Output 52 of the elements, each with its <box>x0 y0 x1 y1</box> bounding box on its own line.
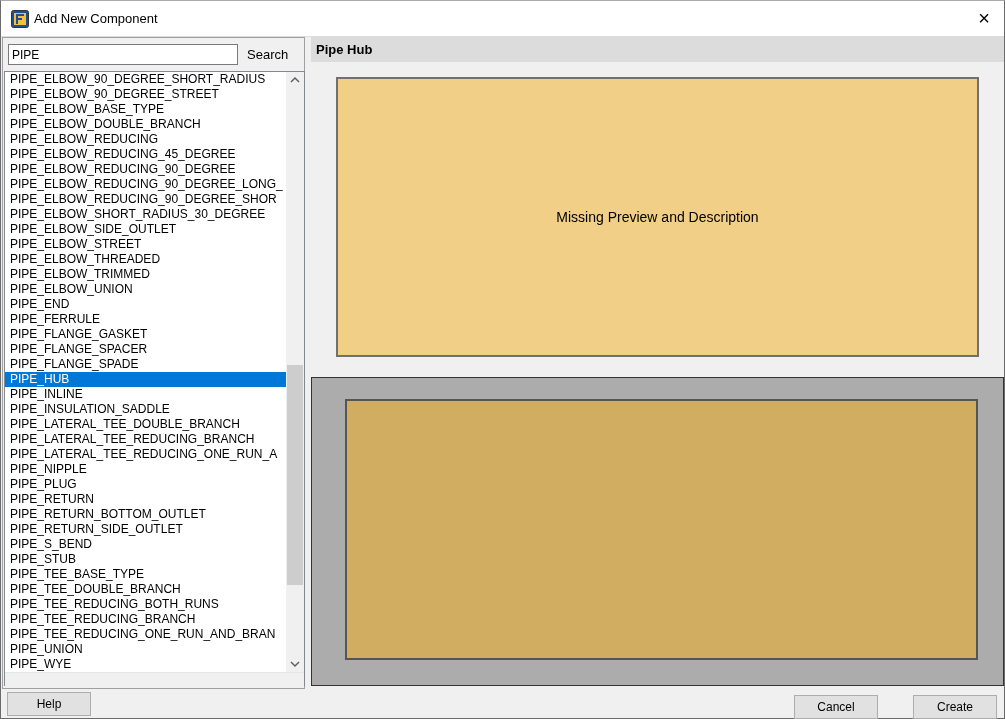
list-item[interactable]: PIPE_ELBOW_DOUBLE_BRANCH <box>5 117 201 132</box>
preview-message: Missing Preview and Description <box>556 209 759 225</box>
create-button[interactable]: Create <box>913 694 997 719</box>
list-item[interactable]: PIPE_ELBOW_STREET <box>5 237 142 252</box>
list-item[interactable]: PIPE_LATERAL_TEE_DOUBLE_BRANCH <box>5 417 240 432</box>
list-item[interactable]: PIPE_S_BEND <box>5 537 93 552</box>
list-item[interactable]: PIPE_ELBOW_REDUCING_45_DEGREE <box>5 147 236 162</box>
list-item[interactable]: PIPE_INSULATION_SADDLE <box>5 402 170 417</box>
list-item[interactable]: PIPE_ELBOW_THREADED <box>5 252 161 267</box>
list-item[interactable]: PIPE_LATERAL_TEE_REDUCING_BRANCH <box>5 432 255 447</box>
list-item[interactable]: PIPE_WYE <box>5 657 72 672</box>
list-item[interactable]: PIPE_ELBOW_REDUCING_90_DEGREE_LONG_ <box>5 177 283 192</box>
list-item[interactable]: PIPE_STUB <box>5 552 77 567</box>
app-icon <box>11 9 29 28</box>
list-item[interactable]: PIPE_TEE_DOUBLE_BRANCH <box>5 582 181 597</box>
list-item[interactable]: PIPE_END <box>5 297 70 312</box>
search-button[interactable]: Search <box>247 47 289 62</box>
close-button[interactable]: × <box>964 7 1004 30</box>
vertical-scrollbar[interactable] <box>286 72 304 672</box>
list-item[interactable]: PIPE_TEE_REDUCING_BOTH_RUNS <box>5 597 219 612</box>
component-title: Pipe Hub <box>311 37 1004 62</box>
help-button[interactable]: Help <box>7 692 91 716</box>
list-item[interactable]: PIPE_TEE_REDUCING_ONE_RUN_AND_BRAN <box>5 627 276 642</box>
list-item[interactable]: PIPE_TEE_BASE_TYPE <box>5 567 145 582</box>
list-item[interactable]: PIPE_FLANGE_SPACER <box>5 342 148 357</box>
list-item[interactable]: PIPE_TEE_REDUCING_BRANCH <box>5 612 196 627</box>
list-item[interactable]: PIPE_PLUG <box>5 477 77 492</box>
list-item[interactable]: PIPE_UNION <box>5 642 83 657</box>
list-item[interactable]: PIPE_ELBOW_REDUCING_90_DEGREE_SHOR <box>5 192 277 207</box>
list-item[interactable]: PIPE_LATERAL_TEE_REDUCING_ONE_RUN_A <box>5 447 278 462</box>
list-item[interactable]: PIPE_FLANGE_GASKET <box>5 327 148 342</box>
list-item[interactable]: PIPE_ELBOW_BASE_TYPE <box>5 102 165 117</box>
list-item[interactable]: PIPE_FERRULE <box>5 312 101 327</box>
list-item[interactable]: PIPE_ELBOW_REDUCING <box>5 132 159 147</box>
list-item[interactable]: PIPE_RETURN_BOTTOM_OUTLET <box>5 507 206 522</box>
list-item[interactable]: PIPE_ELBOW_SHORT_RADIUS_30_DEGREE <box>5 207 266 222</box>
list-item[interactable]: PIPE_RETURN_SIDE_OUTLET <box>5 522 183 537</box>
list-item[interactable]: PIPE_INLINE <box>5 387 83 402</box>
window-title: Add New Component <box>34 11 159 26</box>
scrollbar-thumb[interactable] <box>287 365 303 585</box>
list-item[interactable]: PIPE_ELBOW_SIDE_OUTLET <box>5 222 177 237</box>
list-item[interactable]: PIPE_ELBOW_90_DEGREE_SHORT_RADIUS <box>5 72 266 87</box>
list-item[interactable]: PIPE_NIPPLE <box>5 462 87 477</box>
list-item[interactable]: PIPE_ELBOW_UNION <box>5 282 133 297</box>
list-item[interactable]: PIPE_ELBOW_REDUCING_90_DEGREE <box>5 162 236 177</box>
list-item[interactable]: PIPE_ELBOW_TRIMMED <box>5 267 151 282</box>
horizontal-scrollbar[interactable] <box>5 672 304 686</box>
list-item[interactable]: PIPE_FLANGE_SPADE <box>5 357 139 372</box>
cancel-button[interactable]: Cancel <box>794 694 878 719</box>
list-item[interactable]: PIPE_RETURN <box>5 492 95 507</box>
search-field[interactable]: PIPE <box>8 44 238 65</box>
list-item[interactable]: PIPE_ELBOW_90_DEGREE_STREET <box>5 87 219 102</box>
